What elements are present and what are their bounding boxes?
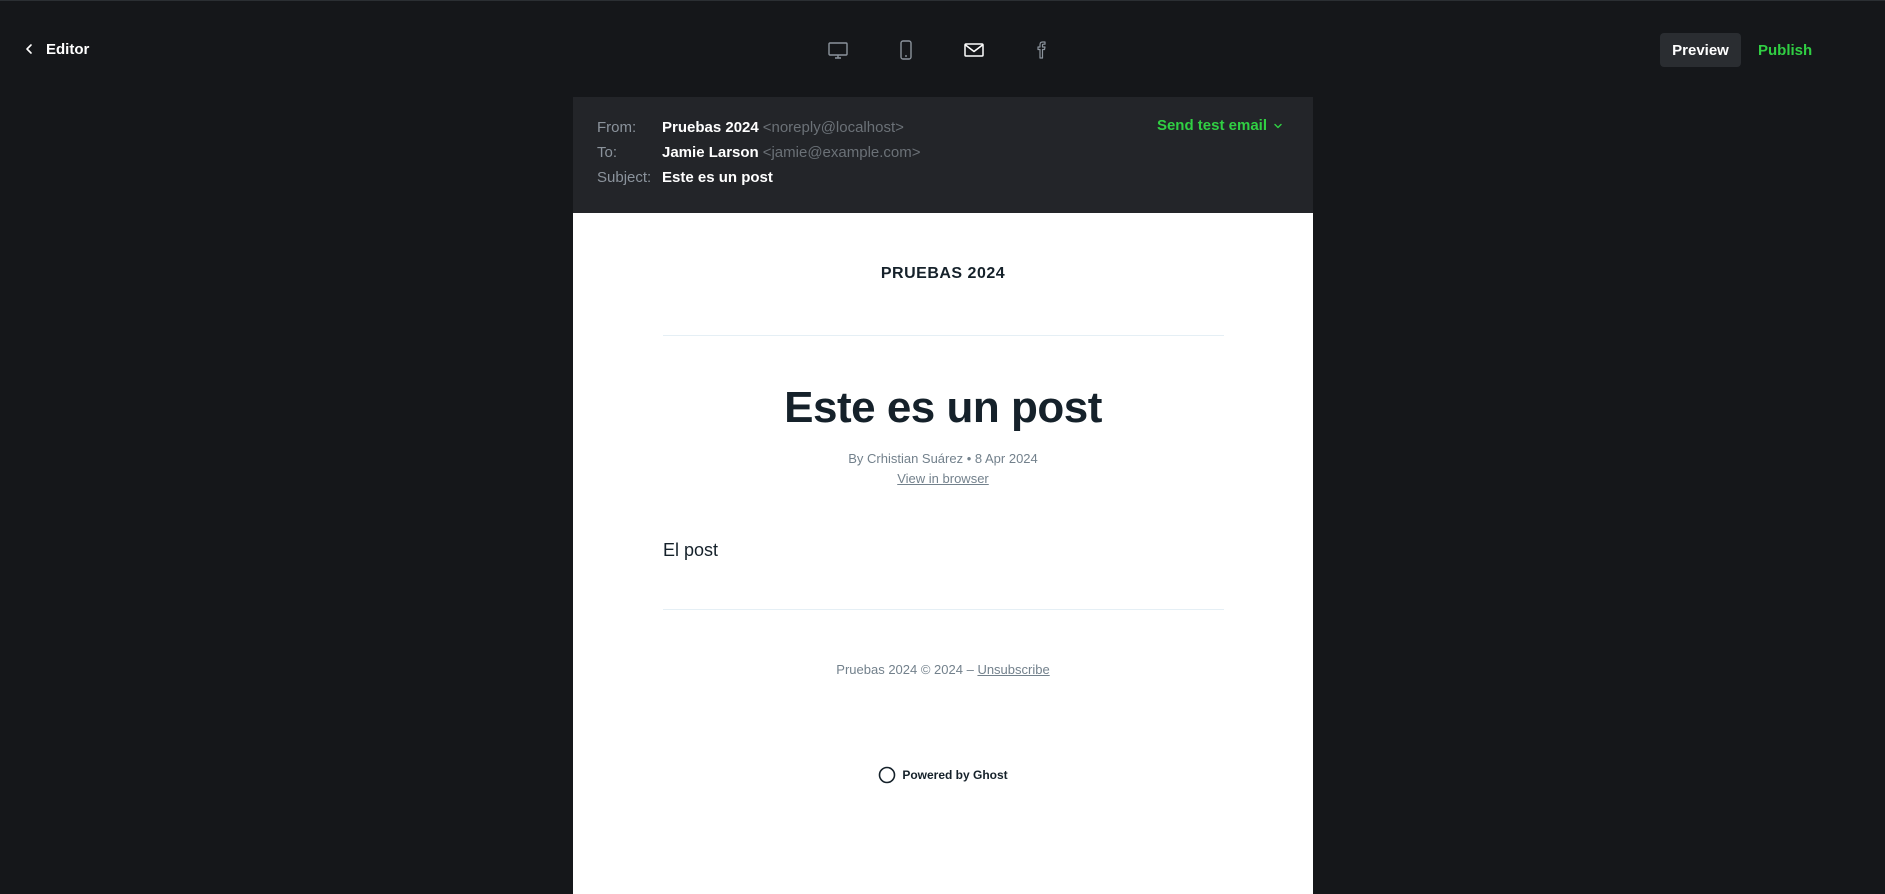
publish-button[interactable]: Publish: [1758, 33, 1812, 67]
post-byline: By Crhistian Suárez • 8 Apr 2024: [848, 451, 1038, 466]
mobile-icon: [900, 40, 912, 60]
chevron-down-icon: [1274, 123, 1282, 128]
subject-value: Este es un post: [662, 169, 773, 186]
view-in-browser-link[interactable]: View in browser: [573, 471, 1313, 486]
email-footer: Pruebas 2024 © 2024 – Unsubscribe: [573, 662, 1313, 677]
back-to-editor-button[interactable]: Editor: [22, 37, 89, 61]
send-test-label: Send test email: [1156, 117, 1267, 134]
chevron-left-icon: [22, 42, 36, 56]
preview-mode-switcher: [820, 34, 1060, 66]
email-icon: [964, 43, 984, 57]
from-row: From: Pruebas 2024 <noreply@localhost>: [597, 118, 904, 138]
subject-row: Subject: Este es un post: [597, 168, 773, 188]
email-preview-button[interactable]: [956, 34, 992, 66]
from-address: <noreply@localhost>: [762, 119, 904, 136]
desktop-preview-button[interactable]: [820, 34, 856, 66]
powered-by-ghost-link[interactable]: Powered by Ghost: [573, 766, 1313, 784]
facebook-icon: [1037, 41, 1046, 59]
from-label: From:: [597, 119, 637, 136]
header-divider: [663, 335, 1224, 336]
social-preview-button[interactable]: [1024, 34, 1060, 66]
preview-button[interactable]: Preview: [1660, 33, 1741, 67]
to-name: Jamie Larson: [662, 144, 759, 161]
email-preview: PRUEBAS 2024 Este es un post By Crhistia…: [573, 213, 1313, 894]
powered-by-label: Powered by Ghost: [902, 768, 1008, 782]
unsubscribe-link[interactable]: Unsubscribe: [977, 662, 1049, 677]
post-title: Este es un post: [784, 383, 1102, 432]
footer-divider: [663, 609, 1224, 610]
mobile-preview-button[interactable]: [888, 34, 924, 66]
send-test-email-button[interactable]: Send test email: [1157, 117, 1283, 134]
ghost-logo-icon: [879, 766, 896, 784]
footer-text: Pruebas 2024 © 2024 –: [836, 662, 978, 677]
to-address: <jamie@example.com>: [762, 144, 921, 161]
subject-label: Subject:: [597, 169, 652, 186]
site-title: PRUEBAS 2024: [880, 265, 1006, 282]
to-label: To:: [597, 144, 618, 161]
post-content: El post: [663, 540, 719, 560]
to-row: To: Jamie Larson <jamie@example.com>: [597, 143, 921, 163]
from-name: Pruebas 2024: [662, 119, 759, 136]
desktop-icon: [828, 42, 848, 59]
back-label: Editor: [46, 40, 90, 58]
email-meta-panel: From: Pruebas 2024 <noreply@localhost> T…: [573, 97, 1313, 213]
preview-header: Editor Preview Publish: [0, 1, 1885, 97]
